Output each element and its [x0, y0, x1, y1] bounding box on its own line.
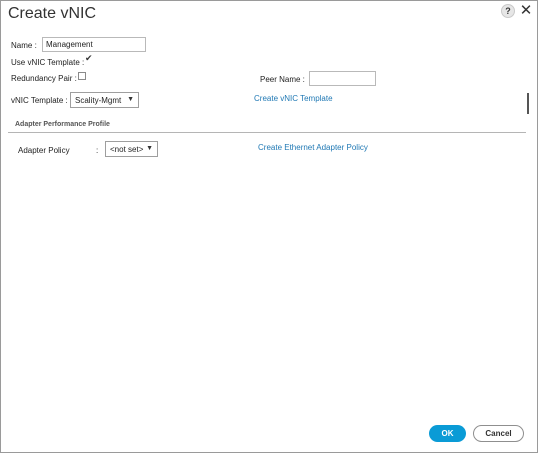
vnic-template-value: Scality-Mgmt: [75, 96, 122, 105]
ok-button[interactable]: OK: [429, 425, 466, 442]
peer-name-input[interactable]: [309, 71, 376, 86]
create-vnic-dialog: Create vNIC ? ✕ Name : Use vNIC Template…: [0, 0, 538, 453]
close-icon[interactable]: ✕: [519, 3, 533, 19]
help-icon[interactable]: ?: [501, 4, 515, 18]
vnic-template-select[interactable]: Scality-Mgmt ▼: [70, 92, 139, 108]
use-template-checkbox[interactable]: ✔: [85, 53, 93, 65]
adapter-policy-value: <not set>: [110, 145, 144, 154]
redundancy-pair-label: Redundancy Pair :: [11, 74, 77, 83]
redundancy-pair-checkbox[interactable]: [78, 72, 86, 80]
adapter-policy-select[interactable]: <not set> ▼: [105, 141, 158, 157]
dialog-title: Create vNIC: [8, 5, 97, 22]
adapter-policy-label: Adapter Policy: [18, 146, 70, 155]
cancel-button[interactable]: Cancel: [473, 425, 524, 442]
name-label: Name :: [11, 41, 37, 50]
use-template-label: Use vNIC Template :: [11, 58, 85, 67]
vnic-template-label: vNIC Template :: [11, 96, 68, 105]
create-ethernet-adapter-policy-link[interactable]: Create Ethernet Adapter Policy: [258, 143, 368, 152]
create-vnic-template-link[interactable]: Create vNIC Template: [254, 94, 333, 103]
scroll-indicator[interactable]: [527, 93, 529, 114]
peer-name-label: Peer Name :: [260, 75, 305, 84]
adapter-policy-colon: :: [96, 146, 99, 155]
section-header-adapter-performance: Adapter Performance Profile: [15, 121, 110, 128]
name-input[interactable]: [42, 37, 146, 52]
chevron-down-icon: ▼: [127, 96, 134, 103]
section-divider: [8, 132, 526, 133]
chevron-down-icon: ▼: [146, 145, 153, 152]
checkmark-icon: ✔: [85, 53, 93, 63]
